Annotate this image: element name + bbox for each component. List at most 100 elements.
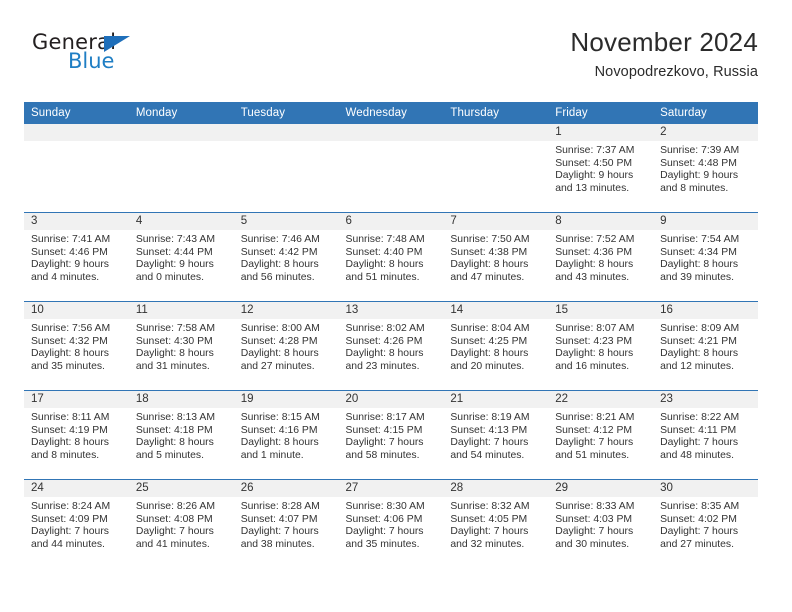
calendar-day-cell[interactable]: 20 Sunrise: 8:17 AM Sunset: 4:15 PM Dayligh…: [338, 390, 444, 480]
calendar-day-cell[interactable]: 1 Sunrise: 7:37 AM Sunset: 4:50 PM Daylight…: [548, 124, 654, 213]
calendar-day-cell-empty: [338, 124, 444, 213]
day-sunset-text: Sunset: 4:36 PM: [555, 246, 633, 258]
day-daylight-1-text: Daylight: 8 hours: [240, 348, 319, 360]
day-sunset-text: Sunset: 4:05 PM: [450, 513, 528, 525]
day-number: 6: [338, 213, 444, 230]
day-details: Sunrise: 8:11 AM Sunset: 4:19 PM Daylight:…: [24, 408, 129, 462]
day-daylight-1-text: Daylight: 7 hours: [555, 526, 634, 538]
day-number: 19: [233, 391, 339, 408]
calendar-day-cell[interactable]: 30 Sunrise: 8:35 AM Sunset: 4:02 PM Dayligh…: [653, 479, 758, 568]
day-daylight-2-text: and 4 minutes.: [31, 271, 100, 283]
day-daylight-1-text: Daylight: 8 hours: [555, 348, 634, 360]
day-daylight-1-text: Daylight: 8 hours: [31, 437, 109, 449]
day-details: Sunrise: 8:00 AM Sunset: 4:28 PM Daylight:…: [234, 319, 339, 373]
calendar-day-cell[interactable]: 4 Sunrise: 7:43 AM Sunset: 4:44 PM Daylight…: [128, 212, 234, 302]
day-sunrise-text: Sunrise: 8:04 AM: [450, 323, 530, 334]
day-daylight-1-text: Daylight: 7 hours: [135, 526, 214, 538]
day-daylight-2-text: and 1 minute.: [240, 449, 304, 461]
calendar-header-row: Sunday Monday Tuesday Wednesday Thursday…: [24, 102, 758, 124]
calendar-day-cell[interactable]: 8 Sunrise: 7:52 AM Sunset: 4:36 PM Daylight…: [548, 212, 654, 302]
calendar-day-cell[interactable]: 21 Sunrise: 8:19 AM Sunset: 4:13 PM Dayligh…: [443, 390, 549, 480]
day-details: Sunrise: 8:32 AM Sunset: 4:05 PM Daylight:…: [443, 497, 548, 551]
calendar-day-cell-empty: [233, 124, 339, 213]
title-block: November 2024 Novopodrezkovo, Russia: [570, 27, 758, 80]
calendar-day-cell[interactable]: 23 Sunrise: 8:22 AM Sunset: 4:11 PM Dayligh…: [653, 390, 758, 480]
day-daylight-1-text: Daylight: 7 hours: [450, 526, 529, 538]
calendar-day-cell-empty: [443, 124, 549, 213]
day-sunset-text: Sunset: 4:32 PM: [31, 335, 108, 347]
day-details: Sunrise: 7:50 AM Sunset: 4:38 PM Daylight:…: [443, 230, 548, 284]
day-details: Sunrise: 8:15 AM Sunset: 4:16 PM Daylight:…: [234, 408, 339, 462]
day-number: 5: [233, 213, 339, 230]
calendar-day-cell[interactable]: 28 Sunrise: 8:32 AM Sunset: 4:05 PM Dayligh…: [443, 479, 549, 568]
day-details: Sunrise: 7:41 AM Sunset: 4:46 PM Daylight:…: [24, 230, 129, 284]
day-sunrise-text: Sunrise: 8:19 AM: [450, 412, 530, 423]
day-daylight-1-text: Daylight: 9 hours: [135, 259, 214, 271]
day-sunrise-text: Sunrise: 8:02 AM: [345, 323, 425, 334]
calendar-day-cell[interactable]: 16 Sunrise: 8:09 AM Sunset: 4:21 PM Dayligh…: [653, 301, 758, 391]
calendar-day-cell[interactable]: 14 Sunrise: 8:04 AM Sunset: 4:25 PM Dayligh…: [443, 301, 549, 391]
day-number: 13: [338, 302, 444, 319]
day-sunset-text: Sunset: 4:38 PM: [450, 246, 528, 258]
day-number: 22: [548, 391, 654, 408]
calendar-day-cell[interactable]: 2 Sunrise: 7:39 AM Sunset: 4:48 PM Daylight…: [653, 124, 758, 213]
calendar-day-cell[interactable]: 9 Sunrise: 7:54 AM Sunset: 4:34 PM Daylight…: [653, 212, 758, 302]
day-daylight-1-text: Daylight: 7 hours: [450, 437, 529, 449]
day-sunrise-text: Sunrise: 8:32 AM: [450, 501, 530, 512]
day-daylight-2-text: and 39 minutes.: [660, 271, 734, 283]
calendar-week-row: 17 Sunrise: 8:11 AM Sunset: 4:19 PM Dayligh…: [24, 390, 758, 480]
day-sunset-text: Sunset: 4:02 PM: [660, 513, 737, 525]
weekday-header-saturday: Saturday: [653, 102, 758, 124]
day-number: 18: [128, 391, 234, 408]
calendar-day-cell[interactable]: 27 Sunrise: 8:30 AM Sunset: 4:06 PM Dayligh…: [338, 479, 444, 568]
calendar-day-cell[interactable]: 6 Sunrise: 7:48 AM Sunset: 4:40 PM Daylight…: [338, 212, 444, 302]
day-sunset-text: Sunset: 4:40 PM: [345, 246, 423, 258]
day-daylight-2-text: and 56 minutes.: [240, 271, 315, 283]
day-details: Sunrise: 8:19 AM Sunset: 4:13 PM Daylight:…: [443, 408, 548, 462]
calendar-day-cell[interactable]: 18 Sunrise: 8:13 AM Sunset: 4:18 PM Dayligh…: [128, 390, 234, 480]
day-daylight-2-text: and 8 minutes.: [31, 449, 100, 461]
calendar-day-cell[interactable]: 15 Sunrise: 8:07 AM Sunset: 4:23 PM Dayligh…: [548, 301, 654, 391]
day-daylight-1-text: Daylight: 8 hours: [345, 348, 424, 360]
day-daylight-1-text: Daylight: 7 hours: [660, 437, 739, 449]
day-daylight-1-text: Daylight: 8 hours: [345, 259, 424, 271]
day-daylight-1-text: Daylight: 7 hours: [240, 526, 319, 538]
calendar-day-cell[interactable]: 19 Sunrise: 8:15 AM Sunset: 4:16 PM Dayligh…: [233, 390, 339, 480]
day-sunset-text: Sunset: 4:25 PM: [450, 335, 528, 347]
day-daylight-1-text: Daylight: 8 hours: [135, 348, 214, 360]
calendar-day-cell[interactable]: 10 Sunrise: 7:56 AM Sunset: 4:32 PM Dayligh…: [24, 301, 129, 391]
day-details: Sunrise: 8:21 AM Sunset: 4:12 PM Daylight:…: [548, 408, 653, 462]
day-daylight-2-text: and 20 minutes.: [450, 360, 525, 372]
calendar-day-cell[interactable]: 13 Sunrise: 8:02 AM Sunset: 4:26 PM Dayligh…: [338, 301, 444, 391]
day-number: 8: [548, 213, 654, 230]
day-number: 30: [653, 480, 758, 497]
day-number: 10: [24, 302, 129, 319]
day-details: Sunrise: 8:09 AM Sunset: 4:21 PM Daylight:…: [653, 319, 758, 373]
day-sunrise-text: Sunrise: 7:56 AM: [31, 323, 111, 334]
calendar-day-cell-empty: [128, 124, 234, 213]
day-daylight-2-text: and 43 minutes.: [555, 271, 630, 283]
calendar-day-cell[interactable]: 26 Sunrise: 8:28 AM Sunset: 4:07 PM Dayligh…: [233, 479, 339, 568]
calendar-day-cell[interactable]: 11 Sunrise: 7:58 AM Sunset: 4:30 PM Dayligh…: [128, 301, 234, 391]
day-number: 20: [338, 391, 444, 408]
calendar-day-cell[interactable]: 24 Sunrise: 8:24 AM Sunset: 4:09 PM Dayligh…: [24, 479, 129, 568]
calendar-day-cell[interactable]: 7 Sunrise: 7:50 AM Sunset: 4:38 PM Daylight…: [443, 212, 549, 302]
day-sunset-text: Sunset: 4:48 PM: [660, 157, 737, 169]
calendar-day-cell[interactable]: 17 Sunrise: 8:11 AM Sunset: 4:19 PM Dayligh…: [24, 390, 129, 480]
calendar-day-cell[interactable]: 5 Sunrise: 7:46 AM Sunset: 4:42 PM Daylight…: [233, 212, 339, 302]
calendar-day-cell[interactable]: 22 Sunrise: 8:21 AM Sunset: 4:12 PM Dayligh…: [548, 390, 654, 480]
calendar-day-cell[interactable]: 25 Sunrise: 8:26 AM Sunset: 4:08 PM Dayligh…: [128, 479, 234, 568]
day-daylight-1-text: Daylight: 9 hours: [31, 259, 109, 271]
day-number: 12: [233, 302, 339, 319]
day-sunset-text: Sunset: 4:50 PM: [555, 157, 633, 169]
calendar-day-cell[interactable]: 12 Sunrise: 8:00 AM Sunset: 4:28 PM Dayligh…: [233, 301, 339, 391]
day-details: Sunrise: 8:24 AM Sunset: 4:09 PM Daylight:…: [24, 497, 129, 551]
day-sunset-text: Sunset: 4:44 PM: [135, 246, 213, 258]
day-daylight-2-text: and 12 minutes.: [660, 360, 734, 372]
day-number: 2: [653, 124, 758, 141]
day-number: 25: [128, 480, 234, 497]
day-number: 17: [24, 391, 129, 408]
calendar-day-cell[interactable]: 3 Sunrise: 7:41 AM Sunset: 4:46 PM Daylight…: [24, 212, 129, 302]
brand-logo[interactable]: General Blue: [32, 30, 252, 90]
calendar-day-cell[interactable]: 29 Sunrise: 8:33 AM Sunset: 4:03 PM Dayligh…: [548, 479, 654, 568]
